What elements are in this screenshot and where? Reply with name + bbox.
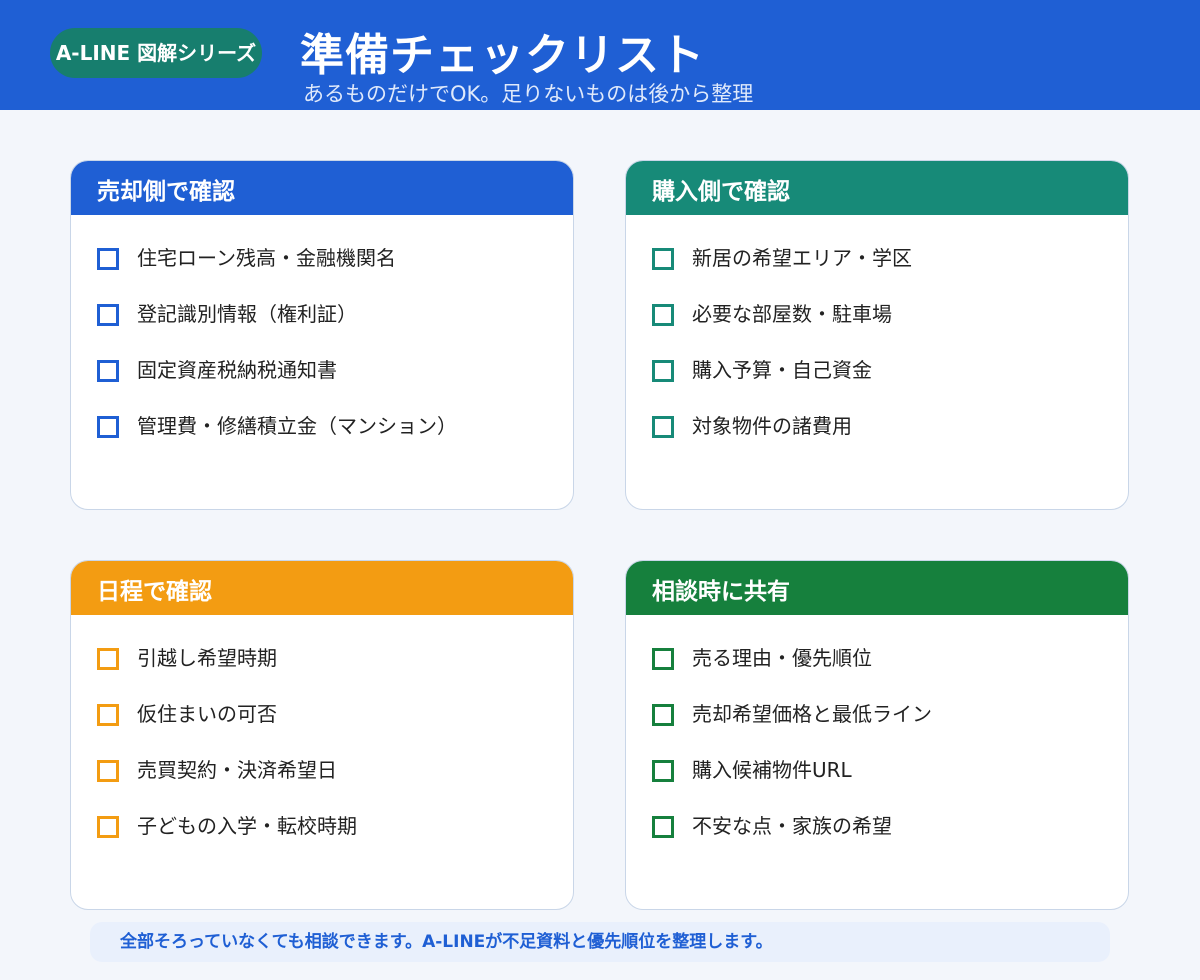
checkbox-icon[interactable]	[97, 304, 119, 326]
item-label: 住宅ローン残高・金融機関名	[137, 246, 396, 270]
page-header: A-LINE 図解シリーズ 準備チェックリスト あるものだけでOK。足りないもの…	[0, 0, 1200, 110]
checkbox-icon[interactable]	[652, 360, 674, 382]
footer-note: 全部そろっていなくても相談できます。A-LINEが不足資料と優先順位を整理します…	[90, 922, 1110, 962]
checklist-item[interactable]: 必要な部屋数・駐車場	[652, 299, 1128, 355]
checkbox-icon[interactable]	[652, 816, 674, 838]
item-label: 新居の希望エリア・学区	[692, 246, 912, 270]
checklist-item[interactable]: 住宅ローン残高・金融機関名	[97, 243, 573, 299]
checklist-item[interactable]: 登記識別情報（権利証）	[97, 299, 573, 355]
checkbox-icon[interactable]	[652, 248, 674, 270]
item-label: 必要な部屋数・駐車場	[692, 302, 892, 326]
card-seller: 売却側で確認 住宅ローン残高・金融機関名 登記識別情報（権利証） 固定資産税納税…	[70, 160, 574, 510]
item-label: 引越し希望時期	[137, 646, 277, 670]
checklist-item[interactable]: 引越し希望時期	[97, 643, 573, 699]
checklist-item[interactable]: 対象物件の諸費用	[652, 411, 1128, 467]
item-label: 売買契約・決済希望日	[137, 758, 337, 782]
card-header: 売却側で確認	[71, 161, 573, 215]
checklist: 住宅ローン残高・金融機関名 登記識別情報（権利証） 固定資産税納税通知書 管理費…	[71, 215, 573, 467]
card-schedule: 日程で確認 引越し希望時期 仮住まいの可否 売買契約・決済希望日 子どもの入学・…	[70, 560, 574, 910]
checklist-item[interactable]: 売買契約・決済希望日	[97, 755, 573, 811]
card-consultation: 相談時に共有 売る理由・優先順位 売却希望価格と最低ライン 購入候補物件URL …	[625, 560, 1129, 910]
checkbox-icon[interactable]	[97, 816, 119, 838]
item-label: 子どもの入学・転校時期	[137, 814, 357, 838]
page-title: 準備チェックリスト	[300, 30, 705, 81]
card-header: 日程で確認	[71, 561, 573, 615]
card-buyer: 購入側で確認 新居の希望エリア・学区 必要な部屋数・駐車場 購入予算・自己資金 …	[625, 160, 1129, 510]
checklist-item[interactable]: 仮住まいの可否	[97, 699, 573, 755]
checklist-item[interactable]: 固定資産税納税通知書	[97, 355, 573, 411]
checklist: 新居の希望エリア・学区 必要な部屋数・駐車場 購入予算・自己資金 対象物件の諸費…	[626, 215, 1128, 467]
checklist: 引越し希望時期 仮住まいの可否 売買契約・決済希望日 子どもの入学・転校時期	[71, 615, 573, 867]
checklist-item[interactable]: 売る理由・優先順位	[652, 643, 1128, 699]
checkbox-icon[interactable]	[652, 304, 674, 326]
checkbox-icon[interactable]	[97, 760, 119, 782]
item-label: 購入予算・自己資金	[692, 358, 872, 382]
checkbox-icon[interactable]	[97, 704, 119, 726]
item-label: 仮住まいの可否	[137, 702, 277, 726]
checkbox-icon[interactable]	[652, 648, 674, 670]
checklist-item[interactable]: 売却希望価格と最低ライン	[652, 699, 1128, 755]
checklist-item[interactable]: 購入候補物件URL	[652, 755, 1128, 811]
checkbox-icon[interactable]	[97, 648, 119, 670]
item-label: 対象物件の諸費用	[692, 414, 852, 438]
item-label: 固定資産税納税通知書	[137, 358, 337, 382]
checklist: 売る理由・優先順位 売却希望価格と最低ライン 購入候補物件URL 不安な点・家族…	[626, 615, 1128, 867]
checkbox-icon[interactable]	[97, 248, 119, 270]
item-label: 売る理由・優先順位	[692, 646, 872, 670]
item-label: 購入候補物件URL	[692, 758, 852, 782]
checkbox-icon[interactable]	[652, 760, 674, 782]
checkbox-icon[interactable]	[652, 704, 674, 726]
checklist-item[interactable]: 購入予算・自己資金	[652, 355, 1128, 411]
checklist-item[interactable]: 管理費・修繕積立金（マンション）	[97, 411, 573, 467]
series-badge: A-LINE 図解シリーズ	[50, 28, 262, 78]
checklist-item[interactable]: 新居の希望エリア・学区	[652, 243, 1128, 299]
card-header: 相談時に共有	[626, 561, 1128, 615]
checklist-item[interactable]: 不安な点・家族の希望	[652, 811, 1128, 867]
checkbox-icon[interactable]	[652, 416, 674, 438]
item-label: 不安な点・家族の希望	[692, 814, 892, 838]
item-label: 売却希望価格と最低ライン	[692, 702, 932, 726]
page-subtitle: あるものだけでOK。足りないものは後から整理	[303, 82, 754, 106]
item-label: 登記識別情報（権利証）	[137, 302, 357, 326]
checklist-item[interactable]: 子どもの入学・転校時期	[97, 811, 573, 867]
checkbox-icon[interactable]	[97, 416, 119, 438]
card-header: 購入側で確認	[626, 161, 1128, 215]
checkbox-icon[interactable]	[97, 360, 119, 382]
item-label: 管理費・修繕積立金（マンション）	[137, 414, 457, 438]
